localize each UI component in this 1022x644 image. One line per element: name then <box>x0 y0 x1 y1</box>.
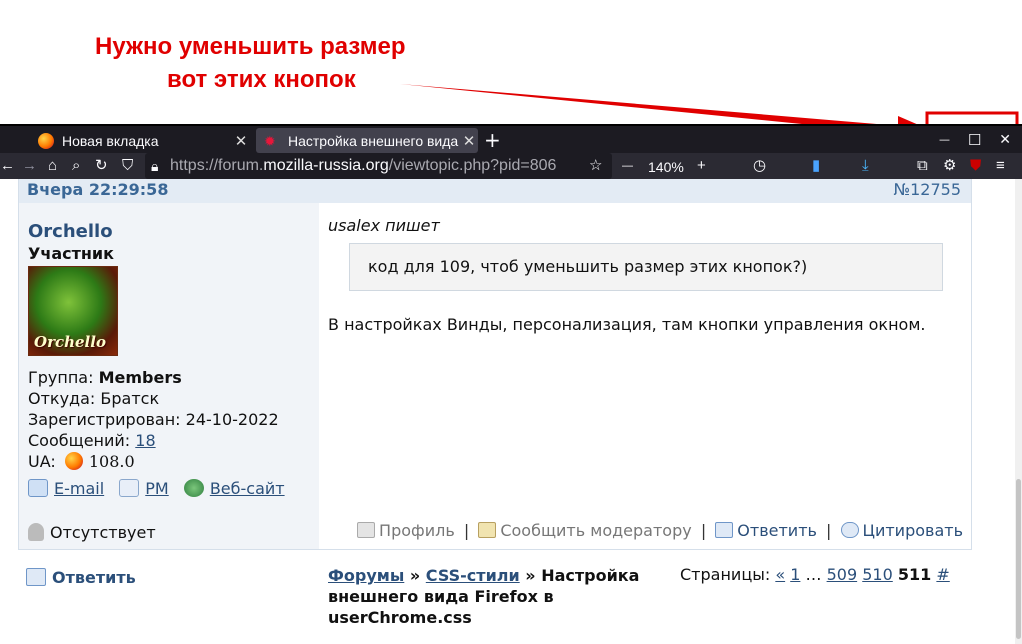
forward-icon[interactable]: → <box>22 156 37 176</box>
profile-link[interactable]: Профиль <box>379 521 455 540</box>
tab-new-tab[interactable]: Новая вкладка ✕ <box>28 128 250 153</box>
user-registered: Зарегистрирован: 24-10-2022 <box>28 410 279 429</box>
separator: | <box>700 521 707 540</box>
bookmark-star-icon[interactable]: ☆ <box>589 156 602 176</box>
user-messages: Сообщений: 18 <box>28 431 156 450</box>
quote-icon <box>840 522 859 538</box>
scrollbar-thumb[interactable] <box>1016 479 1021 639</box>
pm-icon <box>119 479 140 497</box>
user-contact-links: E-mail PM Веб-сайт <box>28 479 285 498</box>
user-rank: Участник <box>28 244 114 263</box>
page-1-link[interactable]: 1 <box>790 565 800 584</box>
tab-forum[interactable]: ✹ Настройка внешнего вида Firefox в user… <box>256 128 478 153</box>
zoom-level[interactable]: 140% <box>648 157 684 177</box>
refresh-icon[interactable]: ↻ <box>95 156 108 176</box>
maximize-button[interactable]: ☐ <box>968 131 981 149</box>
post-body: usalex пишет код для 109, чтоб уменьшить… <box>319 203 971 549</box>
lock-icon[interactable]: 🔒︎ <box>151 156 158 176</box>
close-tab-icon[interactable]: ✕ <box>460 132 478 150</box>
pages-ellipsis: … <box>805 565 822 584</box>
quote-author: usalex пишет <box>328 216 440 235</box>
reply-button[interactable]: Ответить <box>26 568 136 587</box>
report-moderator-link[interactable]: Сообщить модератору <box>500 521 691 540</box>
history-clock-icon[interactable]: ◷ <box>753 156 766 176</box>
gear-icon[interactable]: ⚙ <box>943 156 956 176</box>
breadcrumb-section[interactable]: CSS-стили <box>426 566 520 585</box>
website-globe-icon <box>183 479 204 497</box>
avatar: Orchello <box>28 266 118 356</box>
reply-link[interactable]: Ответить <box>737 521 817 540</box>
page-509-link[interactable]: 509 <box>827 565 858 584</box>
post-header: Вчера 22:29:58 №12755 <box>19 179 971 203</box>
email-link[interactable]: E-mail <box>54 479 104 498</box>
ublock-icon[interactable]: ⛊ <box>970 156 981 176</box>
user-group: Группа: Members <box>28 368 182 387</box>
back-icon[interactable]: ← <box>0 156 15 176</box>
page-hash-link[interactable]: # <box>936 565 949 584</box>
window-controls: — ☐ ✕ <box>930 126 1020 153</box>
breadcrumb-separator: » <box>409 566 421 585</box>
tab-title: Новая вкладка <box>62 132 159 149</box>
post-number-link[interactable]: №12755 <box>893 180 961 199</box>
close-tab-icon[interactable]: ✕ <box>232 132 250 150</box>
profile-icon <box>357 522 376 538</box>
minimize-button[interactable]: — <box>939 133 950 146</box>
post-time: Вчера 22:29:58 <box>27 180 169 199</box>
user-offline-icon <box>28 523 44 541</box>
reply-icon <box>26 568 46 586</box>
firefox-icon <box>38 132 54 149</box>
page-prev-link[interactable]: « <box>775 565 785 584</box>
forum-post: Вчера 22:29:58 №12755 Orchello Участник … <box>18 179 972 550</box>
firefox-icon <box>64 452 83 470</box>
tab-bar: Новая вкладка ✕ ✹ Настройка внешнего вид… <box>0 124 1022 153</box>
separator: | <box>826 521 832 540</box>
zoom-out-button[interactable]: — <box>622 156 633 176</box>
annotation-area: Нужно уменьшить размер вот этих кнопок <box>0 0 1022 155</box>
reader-extension-icon[interactable]: ▮ <box>812 156 820 176</box>
breadcrumb-separator: » <box>525 566 536 585</box>
menu-icon[interactable]: ≡ <box>996 156 1005 176</box>
zoom-in-button[interactable]: + <box>697 156 706 176</box>
nav-bar: ← → ⌂ ⌕ ↻ ⛉ 🔒︎ https://forum.mozilla-rus… <box>0 153 1022 179</box>
quote-block: код для 109, чтоб уменьшить размер этих … <box>349 243 943 291</box>
pm-link[interactable]: PM <box>145 479 168 498</box>
messages-count-link[interactable]: 18 <box>135 431 155 450</box>
forum-bug-icon: ✹ <box>264 132 276 149</box>
report-icon <box>478 522 497 538</box>
scrollbar[interactable] <box>1015 179 1022 644</box>
website-link[interactable]: Веб-сайт <box>210 479 285 498</box>
url-text[interactable]: https://forum.mozilla-russia.org/viewtop… <box>170 157 585 175</box>
extensions-icon[interactable]: ⧉ <box>917 156 928 176</box>
user-from: Откуда: Братск <box>28 389 160 408</box>
user-info-panel: Orchello Участник Orchello Группа: Membe… <box>19 203 319 549</box>
home-icon[interactable]: ⌂ <box>48 156 57 176</box>
email-icon <box>28 479 48 497</box>
page-content: Вчера 22:29:58 №12755 Orchello Участник … <box>0 179 1022 644</box>
breadcrumb: Форумы » CSS-стили » Настройка внешнего … <box>328 565 668 628</box>
reply-icon <box>715 522 734 538</box>
close-button[interactable]: ✕ <box>999 132 1011 148</box>
pages-label: Страницы: <box>680 565 771 584</box>
username-link[interactable]: Orchello <box>28 221 113 242</box>
page-current: 511 <box>897 565 932 584</box>
avatar-text: Orchello <box>34 333 106 351</box>
user-status: Отсутствует <box>28 523 156 542</box>
quote-link[interactable]: Цитировать <box>863 521 963 540</box>
pagination: Страницы: « 1 … 509 510 511 # <box>680 565 950 584</box>
page-bottom-bar: Ответить Форумы » CSS-стили » Настройка … <box>0 559 1015 644</box>
downloads-icon[interactable]: ⤓ <box>862 156 869 176</box>
user-agent: UA: 108.0 <box>28 452 135 471</box>
new-tab-button[interactable]: + <box>484 128 501 152</box>
post-actions: Профиль | Сообщить модератору | Ответить… <box>357 521 963 540</box>
tab-title: Настройка внешнего вида Firefox в userCh… <box>288 132 460 149</box>
page-510-link[interactable]: 510 <box>862 565 893 584</box>
search-icon[interactable]: ⌕ <box>72 156 80 176</box>
separator: | <box>463 521 470 540</box>
shield-icon[interactable]: ⛉ <box>122 156 133 176</box>
post-text: В настройках Винды, персонализация, там … <box>328 315 926 334</box>
breadcrumb-forums[interactable]: Форумы <box>328 566 404 585</box>
